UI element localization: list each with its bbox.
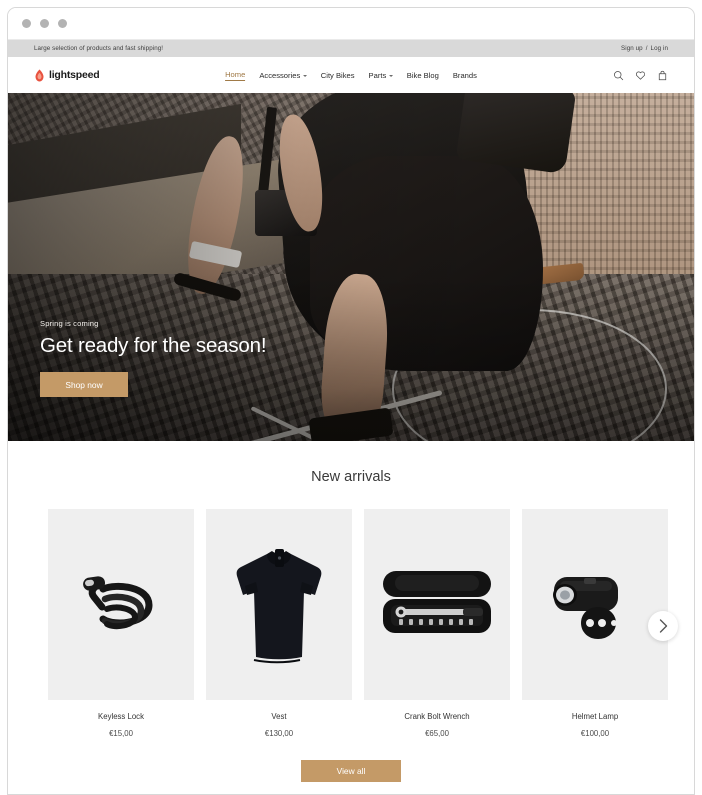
product-card[interactable]: Vest €130,00 bbox=[206, 509, 352, 738]
product-card[interactable]: Keyless Lock €15,00 bbox=[48, 509, 194, 738]
chevron-right-icon bbox=[659, 619, 667, 633]
shopping-bag-icon[interactable] bbox=[657, 70, 668, 81]
product-card[interactable]: Helmet Lamp €100,00 bbox=[522, 509, 668, 738]
main-navigation: Home Accessories City Bikes Parts Bike B… bbox=[225, 70, 477, 81]
product-price: €65,00 bbox=[425, 729, 449, 738]
section-title-new-arrivals: New arrivals bbox=[311, 469, 391, 485]
nav-label-home: Home bbox=[225, 69, 246, 79]
hero-copy-block: Spring is coming Get ready for the seaso… bbox=[40, 319, 267, 397]
product-name: Crank Bolt Wrench bbox=[404, 712, 470, 721]
nav-label-bike-blog: Bike Blog bbox=[406, 70, 439, 80]
window-close-button[interactable] bbox=[22, 19, 31, 28]
cycling-jersey-illustration bbox=[236, 548, 322, 663]
nav-item-accessories[interactable]: Accessories bbox=[259, 70, 307, 80]
announcement-message: Large selection of products and fast shi… bbox=[34, 45, 164, 52]
wishlist-heart-icon[interactable] bbox=[635, 70, 646, 81]
chevron-down-icon bbox=[302, 74, 307, 77]
signup-link[interactable]: Sign up bbox=[621, 45, 643, 52]
product-image-keyless-lock[interactable] bbox=[48, 509, 194, 700]
search-icon[interactable] bbox=[613, 70, 624, 81]
flame-icon bbox=[35, 69, 44, 81]
product-price: €100,00 bbox=[580, 729, 610, 738]
product-image-helmet-lamp[interactable] bbox=[522, 509, 668, 700]
torque-wrench-case-illustration bbox=[383, 570, 491, 633]
product-image-crank-bolt-wrench[interactable] bbox=[364, 509, 510, 700]
account-links: Sign up / Log in bbox=[621, 45, 668, 52]
product-name: Helmet Lamp bbox=[571, 712, 619, 721]
window-minimize-button[interactable] bbox=[40, 19, 49, 28]
product-card[interactable]: Crank Bolt Wrench €65,00 bbox=[364, 509, 510, 738]
site-header: lightspeed Home Accessories City Bikes P… bbox=[8, 57, 694, 93]
bike-light-illustration bbox=[553, 576, 618, 639]
product-name: Keyless Lock bbox=[98, 712, 144, 721]
nav-item-brands[interactable]: Brands bbox=[453, 71, 477, 80]
view-all-container: View all bbox=[8, 760, 694, 782]
browser-titlebar bbox=[8, 8, 694, 40]
product-price: €130,00 bbox=[264, 729, 294, 738]
shop-now-button[interactable]: Shop now bbox=[40, 372, 128, 397]
coiled-cable-lock-illustration bbox=[83, 575, 153, 629]
account-links-separator: / bbox=[645, 45, 648, 52]
nav-label-accessories: Accessories bbox=[259, 70, 301, 80]
login-link[interactable]: Log in bbox=[651, 45, 668, 52]
window-zoom-button[interactable] bbox=[58, 19, 67, 28]
new-arrivals-section: New arrivals Keyless Lock €15,00 Vest €1… bbox=[8, 441, 694, 794]
nav-item-bike-blog[interactable]: Bike Blog bbox=[407, 71, 439, 80]
hero-kicker: Spring is coming bbox=[40, 319, 99, 328]
product-image-vest[interactable] bbox=[206, 509, 352, 700]
product-price: €15,00 bbox=[109, 729, 133, 738]
product-name: Vest bbox=[271, 712, 287, 721]
nav-item-home[interactable]: Home bbox=[225, 69, 246, 81]
product-carousel[interactable]: Keyless Lock €15,00 Vest €130,00 Crank B… bbox=[8, 509, 694, 738]
carousel-next-button[interactable] bbox=[648, 611, 678, 641]
hero-banner: Spring is coming Get ready for the seaso… bbox=[8, 93, 694, 441]
header-icon-group bbox=[613, 70, 668, 81]
nav-item-parts[interactable]: Parts bbox=[369, 71, 393, 80]
nav-label-city-bikes: City Bikes bbox=[320, 70, 355, 80]
browser-window: Large selection of products and fast shi… bbox=[7, 7, 695, 795]
nav-item-city-bikes[interactable]: City Bikes bbox=[321, 71, 355, 80]
logo-text: lightspeed bbox=[49, 69, 100, 81]
announcement-bar: Large selection of products and fast shi… bbox=[8, 40, 694, 57]
view-all-button[interactable]: View all bbox=[301, 760, 401, 782]
nav-label-brands: Brands bbox=[452, 70, 477, 80]
site-logo[interactable]: lightspeed bbox=[34, 69, 100, 82]
hero-title: Get ready for the season! bbox=[40, 334, 267, 357]
chevron-down-icon bbox=[388, 74, 393, 77]
nav-label-parts: Parts bbox=[368, 70, 387, 80]
